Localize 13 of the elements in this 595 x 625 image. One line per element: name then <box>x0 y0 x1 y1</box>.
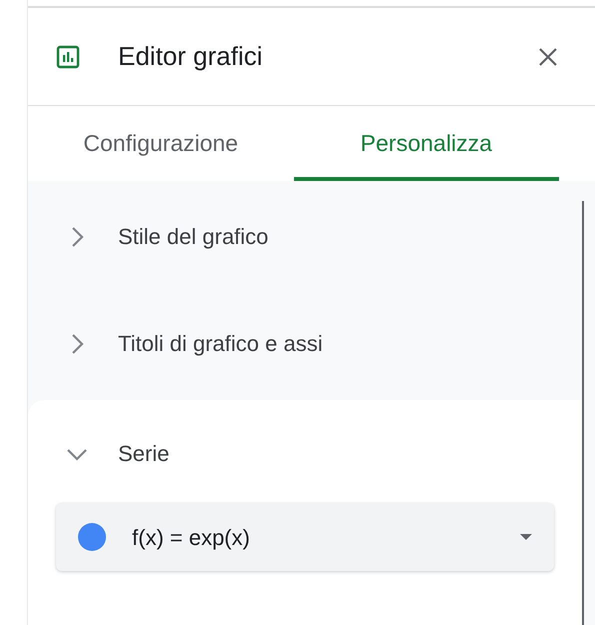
dropdown-arrow-icon <box>520 534 532 540</box>
series-dropdown[interactable]: f(x) = exp(x) <box>56 503 554 571</box>
tab[interactable]: Configurazione <box>28 106 294 181</box>
chart-icon <box>56 44 80 68</box>
section-label: Titoli di grafico e assi <box>118 330 323 358</box>
section-label: Serie <box>118 440 170 468</box>
series-name: f(x) = exp(x) <box>132 524 250 552</box>
section-label: Stile del grafico <box>118 223 268 251</box>
panel-title: Editor grafici <box>118 40 262 73</box>
section-header[interactable]: Titoli di grafico e assi <box>28 290 582 397</box>
close-icon[interactable] <box>537 46 559 68</box>
scrollbar[interactable] <box>582 201 584 625</box>
section-header[interactable]: Stile del grafico <box>28 183 582 290</box>
